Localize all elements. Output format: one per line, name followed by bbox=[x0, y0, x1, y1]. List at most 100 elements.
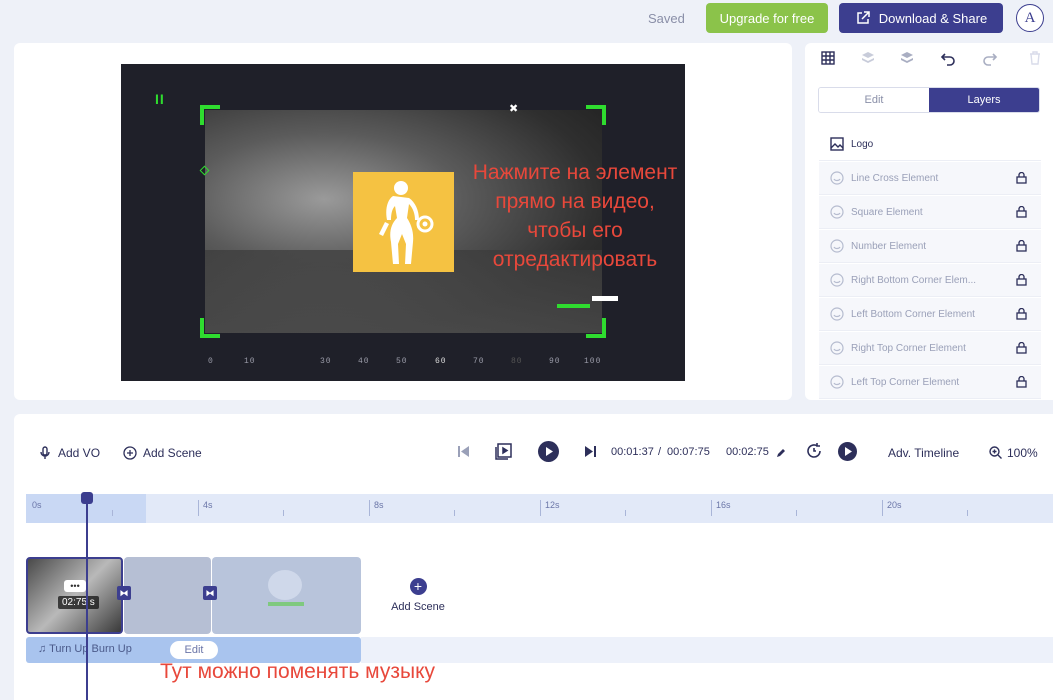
pencil-icon[interactable] bbox=[776, 448, 786, 458]
element-icon bbox=[830, 273, 844, 287]
tick-label: 30 bbox=[320, 357, 332, 366]
right-bottom-corner-element[interactable] bbox=[586, 318, 606, 338]
left-top-corner-element[interactable] bbox=[200, 105, 220, 125]
add-scene-button[interactable]: Add Scene bbox=[123, 446, 202, 460]
annotation-line: чтобы его bbox=[527, 219, 623, 242]
tick-label: 100 bbox=[584, 357, 602, 366]
scene-3-bar bbox=[268, 602, 304, 606]
annotation-line: прямо на видео, bbox=[495, 190, 655, 213]
skip-back-icon[interactable] bbox=[457, 445, 470, 458]
skip-forward-icon[interactable] bbox=[584, 445, 597, 458]
right-panel: Edit Layers Logo Line Cross Element Squa… bbox=[805, 43, 1053, 400]
add-vo-label: Add VO bbox=[58, 446, 101, 460]
undo-icon[interactable] bbox=[940, 50, 956, 66]
add-scene-track-button[interactable]: + Add Scene bbox=[388, 578, 448, 613]
transition-icon[interactable]: ⧓ bbox=[203, 586, 217, 600]
tick-label: 40 bbox=[358, 357, 370, 366]
layer-item-right-top-corner[interactable]: Right Top Corner Element bbox=[819, 332, 1041, 365]
layer-label: Left Top Corner Element bbox=[851, 376, 960, 388]
trash-icon[interactable] bbox=[1027, 50, 1043, 66]
scene-duration[interactable]: 00:02:75 bbox=[726, 446, 769, 458]
element-icon bbox=[830, 205, 844, 219]
layer-item-left-bottom-corner[interactable]: Left Bottom Corner Element bbox=[819, 298, 1041, 331]
play-scene-icon[interactable] bbox=[495, 442, 513, 460]
layer-item-line-cross[interactable]: Line Cross Element bbox=[819, 162, 1041, 195]
instruction-annotation: Нажмите на элемент прямо на видео, чтобы… bbox=[455, 158, 695, 274]
time-separator: / bbox=[658, 446, 662, 458]
current-time: 00:01:37 bbox=[611, 446, 654, 458]
timer-icon[interactable] bbox=[805, 442, 823, 460]
layer-up-icon[interactable] bbox=[899, 50, 915, 66]
layer-item-right-bottom-corner[interactable]: Right Bottom Corner Elem... bbox=[819, 264, 1041, 297]
adv-timeline-button[interactable]: Adv. Timeline bbox=[888, 446, 959, 460]
edit-layers-toggle: Edit Layers bbox=[818, 87, 1040, 113]
image-icon bbox=[830, 137, 844, 151]
layer-down-icon[interactable] bbox=[860, 50, 876, 66]
add-vo-button[interactable]: Add VO bbox=[38, 446, 100, 460]
annotation-line: Нажмите на элемент bbox=[472, 161, 678, 184]
element-icon bbox=[830, 341, 844, 355]
element-icon bbox=[830, 239, 844, 253]
left-bottom-corner-element[interactable] bbox=[200, 318, 220, 338]
ruler-tick bbox=[796, 510, 797, 516]
layer-label: Line Cross Element bbox=[851, 172, 939, 184]
preview-play-icon[interactable] bbox=[838, 442, 857, 461]
lock-icon[interactable] bbox=[1016, 240, 1027, 252]
element-icon bbox=[830, 307, 844, 321]
download-share-label: Download & Share bbox=[878, 10, 988, 26]
tab-edit[interactable]: Edit bbox=[819, 88, 929, 112]
redo-icon[interactable] bbox=[982, 50, 998, 66]
tick-label: 10 bbox=[244, 357, 256, 366]
download-share-button[interactable]: Download & Share bbox=[839, 3, 1003, 33]
scene-duration-badge: 02:75 s bbox=[58, 596, 99, 609]
ruler-label: 16s bbox=[716, 500, 731, 510]
plus-circle-icon bbox=[123, 446, 137, 460]
playhead-line[interactable] bbox=[86, 497, 88, 700]
layer-item-number[interactable]: Number Element bbox=[819, 230, 1041, 263]
ruler-tick bbox=[369, 500, 370, 516]
more-options-icon[interactable]: ••• bbox=[64, 580, 86, 592]
transition-icon[interactable]: ⧓ bbox=[117, 586, 131, 600]
green-line-element[interactable] bbox=[557, 304, 590, 308]
ruler-tick bbox=[882, 500, 883, 516]
ruler-label: 20s bbox=[887, 500, 902, 510]
tick-label: 60 bbox=[435, 357, 447, 366]
music-edit-button[interactable]: Edit bbox=[170, 641, 218, 659]
pause-mark-icon: II bbox=[155, 91, 165, 107]
ruler-tick bbox=[112, 510, 113, 516]
lock-icon[interactable] bbox=[1016, 342, 1027, 354]
play-button[interactable] bbox=[538, 441, 559, 462]
lock-icon[interactable] bbox=[1016, 308, 1027, 320]
lock-icon[interactable] bbox=[1016, 376, 1027, 388]
layer-item-logo[interactable]: Logo bbox=[819, 128, 1041, 161]
right-top-corner-element[interactable] bbox=[586, 105, 606, 125]
lock-icon[interactable] bbox=[1016, 274, 1027, 286]
zoom-icon[interactable] bbox=[989, 446, 1002, 459]
grid-icon[interactable] bbox=[820, 50, 836, 66]
music-title: Turn Up Burn Up bbox=[49, 643, 132, 655]
tab-layers[interactable]: Layers bbox=[929, 88, 1039, 112]
tick-label: 70 bbox=[473, 357, 485, 366]
playhead-handle[interactable] bbox=[81, 492, 93, 504]
annotation-line: отредактировать bbox=[492, 248, 658, 271]
lock-icon[interactable] bbox=[1016, 206, 1027, 218]
ruler-tick bbox=[283, 510, 284, 516]
music-track-empty bbox=[361, 637, 1053, 663]
music-track-label: ♫ Turn Up Burn Up bbox=[38, 643, 132, 655]
ruler-tick bbox=[625, 510, 626, 516]
layer-label: Number Element bbox=[851, 240, 927, 252]
zoom-level[interactable]: 100% bbox=[1007, 446, 1038, 460]
number-element[interactable]: 0 10 30 40 50 60 70 80 90 100 bbox=[208, 357, 608, 369]
lock-icon[interactable] bbox=[1016, 172, 1027, 184]
scene-thumbnail-2[interactable] bbox=[124, 557, 211, 634]
white-line-element[interactable] bbox=[592, 296, 618, 301]
fitness-woman-icon bbox=[379, 181, 434, 264]
logo-element[interactable] bbox=[353, 172, 454, 272]
layer-item-left-top-corner[interactable]: Left Top Corner Element bbox=[819, 366, 1041, 399]
upgrade-button[interactable]: Upgrade for free bbox=[706, 3, 828, 33]
scene-3-logo bbox=[268, 570, 302, 600]
avatar[interactable]: A bbox=[1016, 4, 1044, 32]
ruler-label: 0s bbox=[32, 500, 42, 510]
add-scene-track-label: Add Scene bbox=[391, 601, 445, 613]
layer-item-square[interactable]: Square Element bbox=[819, 196, 1041, 229]
